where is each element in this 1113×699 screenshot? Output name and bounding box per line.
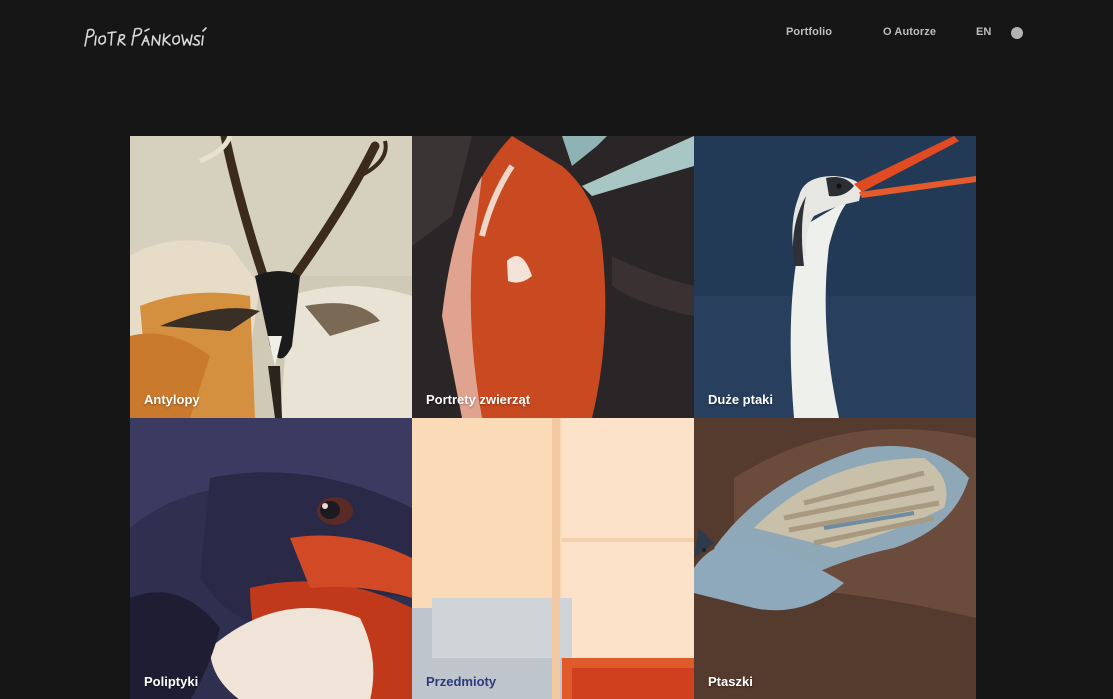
nav-author-link[interactable]: O Autorze [883,26,936,40]
gallery-tile-portrety-zwierzat[interactable]: Portrety zwierząt [412,136,694,418]
gallery-tile-przedmioty[interactable]: Przedmioty [412,418,694,699]
gallery-tile-poliptyki[interactable]: Poliptyki [130,418,412,699]
bird-closeup-painting-image [130,418,412,699]
tile-label: Antylopy [144,392,200,407]
gallery-tile-antylopy[interactable]: Antylopy [130,136,412,418]
nav-portfolio-link[interactable]: Portfolio [786,26,832,40]
antelope-painting-image [130,136,412,418]
gallery-tile-duze-ptaki[interactable]: Duże ptaki [694,136,976,418]
tile-label: Duże ptaki [708,392,774,407]
tile-label: Przedmioty [426,674,497,689]
tile-label: Poliptyki [144,674,199,689]
theme-toggle-dot[interactable] [1011,27,1023,39]
logo-signature[interactable] [82,24,208,52]
site-header: Portfolio O Autorze EN [0,0,1113,70]
language-switch-link[interactable]: EN [976,26,991,40]
objects-painting-image [412,418,694,699]
animal-portrait-painting-image [412,136,694,418]
tile-label: Portrety zwierząt [426,392,531,407]
gallery-tile-ptaszki[interactable]: Ptaszki [694,418,976,699]
tile-label: Ptaszki [708,674,753,689]
gallery-grid: Antylopy Portrety zwierząt Duże ptaki Po… [130,136,976,699]
small-bird-painting-image [694,418,976,699]
crane-painting-image [694,136,976,418]
